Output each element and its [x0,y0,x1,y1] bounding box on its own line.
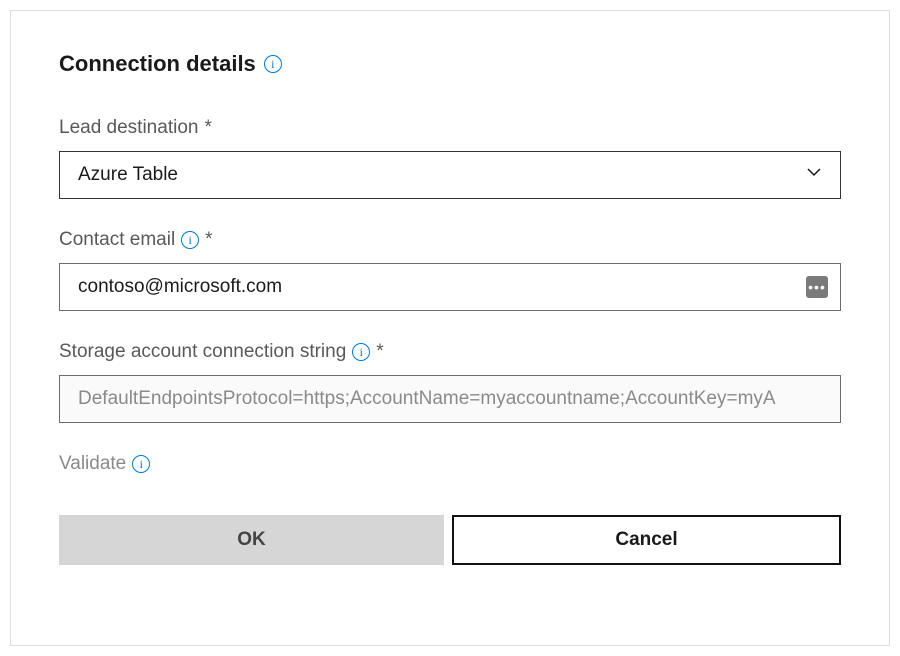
required-marker: * [204,117,211,139]
label-text: Storage account connection string [59,341,346,363]
required-marker: * [376,341,383,363]
lead-destination-select[interactable]: Azure Table [59,151,841,199]
validate-label: Validate [59,453,126,475]
info-icon[interactable]: i [352,343,370,361]
more-icon[interactable]: ••• [806,276,828,298]
info-icon[interactable]: i [181,231,199,249]
label-text: Lead destination [59,117,198,139]
contact-email-input[interactable]: contoso@microsoft.com ••• [59,263,841,311]
validate-link[interactable]: Validate i [59,453,841,475]
field-connection-string: Storage account connection string i * De… [59,341,841,423]
connection-details-panel: Connection details i Lead destination * A… [10,10,890,646]
info-icon[interactable]: i [264,55,282,73]
field-contact-email: Contact email i * contoso@microsoft.com … [59,229,841,311]
field-lead-destination: Lead destination * Azure Table [59,117,841,199]
input-placeholder: DefaultEndpointsProtocol=https;AccountNa… [78,388,776,410]
connection-string-label: Storage account connection string i * [59,341,841,363]
chevron-down-icon [804,162,824,188]
connection-string-input[interactable]: DefaultEndpointsProtocol=https;AccountNa… [59,375,841,423]
page-title-text: Connection details [59,51,256,77]
select-value: Azure Table [78,164,178,186]
contact-email-label: Contact email i * [59,229,841,251]
button-row: OK Cancel [59,515,841,565]
page-title: Connection details i [59,51,841,77]
label-text: Contact email [59,229,175,251]
required-marker: * [205,229,212,251]
cancel-button[interactable]: Cancel [452,515,841,565]
info-icon[interactable]: i [132,455,150,473]
input-value: contoso@microsoft.com [78,276,282,298]
lead-destination-label: Lead destination * [59,117,841,139]
ok-button[interactable]: OK [59,515,444,565]
